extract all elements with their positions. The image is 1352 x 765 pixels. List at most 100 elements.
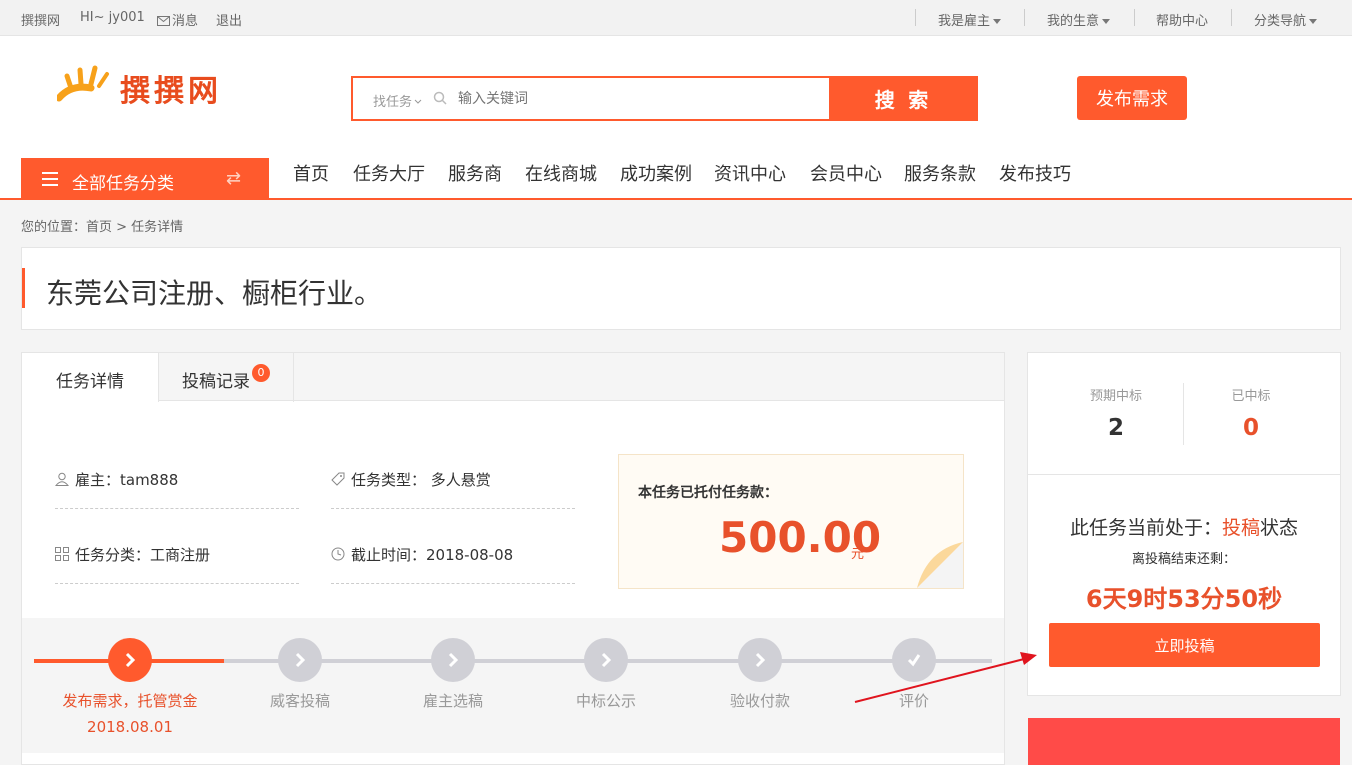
task-type-field: 任务类型： 多人悬赏: [331, 469, 491, 490]
remaining-label: 离投稿结束还剩：: [1131, 552, 1236, 567]
user-greeting[interactable]: HI~ jy001: [80, 10, 145, 25]
nav-item-providers[interactable]: 服务商: [448, 160, 502, 186]
sun-logo-icon[interactable]: [57, 64, 119, 106]
messages-link[interactable]: 消息: [157, 10, 198, 29]
grid-icon: [55, 547, 69, 561]
my-business-menu[interactable]: 我的生意: [1047, 10, 1111, 29]
step-2-circle: [278, 638, 322, 682]
nav-item-tips[interactable]: 发布技巧: [999, 160, 1071, 186]
nav-underline: [0, 198, 1352, 200]
task-category-field: 任务分类：工商注册: [55, 544, 210, 565]
won-label: 已中标: [1231, 389, 1271, 404]
step-3-label: 雇主选稿: [422, 692, 483, 710]
logout-link[interactable]: 退出: [216, 10, 242, 29]
title-accent-bar: [22, 268, 25, 308]
tag-icon: [331, 472, 345, 486]
divider: [1028, 474, 1340, 475]
deadline-value: 截止时间：2018-08-08: [351, 546, 514, 564]
publish-demand-button[interactable]: 发布需求: [1077, 76, 1187, 120]
chevron-right-icon: [448, 652, 459, 668]
site-link[interactable]: 撰撰网: [21, 10, 60, 29]
user-icon: [55, 472, 69, 486]
help-center-link[interactable]: 帮助中心: [1156, 10, 1208, 29]
deadline-field: 截止时间：2018-08-08: [331, 544, 513, 565]
search-button[interactable]: 搜 索: [829, 76, 978, 121]
menu-icon: [42, 172, 58, 186]
divider: [1183, 383, 1184, 445]
nav-item-cases[interactable]: 成功案例: [620, 160, 692, 186]
breadcrumb: 您的位置：首页 > 任务详情: [21, 220, 184, 235]
search-type-select[interactable]: 找任务: [373, 91, 422, 110]
step-3-circle: [431, 638, 475, 682]
nav-item-task-hall[interactable]: 任务大厅: [353, 160, 425, 186]
chevron-right-icon: [125, 652, 136, 668]
task-title-box: 东莞公司注册、橱柜行业。: [21, 247, 1341, 330]
chevron-right-icon: [295, 652, 306, 668]
mail-icon: [157, 16, 170, 26]
nav-item-terms[interactable]: 服务条款: [904, 160, 976, 186]
countdown-timer: 6天9时53分50秒: [1085, 585, 1283, 613]
divider: [331, 508, 575, 509]
submit-now-button[interactable]: 立即投稿: [1049, 623, 1320, 667]
promo-banner[interactable]: [1028, 718, 1340, 765]
nav-item-mall[interactable]: 在线商城: [525, 160, 597, 186]
search-icon: [433, 91, 447, 105]
task-category-value: 任务分类：工商注册: [75, 546, 211, 564]
step-1-circle: [108, 638, 152, 682]
step-2-label: 威客投稿: [269, 692, 330, 710]
step-5-label: 验收付款: [729, 692, 790, 710]
messages-label: 消息: [172, 14, 199, 29]
category-nav-label: 分类导航: [1254, 14, 1307, 29]
tab-bar: 任务详情 投稿记录 0: [22, 353, 1004, 402]
records-count-badge: 0: [252, 364, 270, 382]
step-1-label: 发布需求，托管赏金: [62, 692, 198, 710]
tab-submission-records-label: 投稿记录: [182, 372, 250, 392]
caret-down-icon: [1102, 19, 1111, 24]
expected-winners-value: 2: [1107, 415, 1124, 441]
divider: [1231, 9, 1232, 26]
state-prefix: 此任务当前处于：: [1069, 517, 1222, 539]
swap-icon: ⇄: [226, 168, 242, 189]
side-panel: 预期中标 2 已中标 0 此任务当前处于：投稿状态 离投稿结束还剩： 6天9时5…: [1027, 352, 1341, 696]
employer-menu[interactable]: 我是雇主: [938, 10, 1002, 29]
divider: [331, 583, 575, 584]
logo-text[interactable]: 撰撰网: [120, 66, 222, 110]
step-1-date: 2018.08.01: [87, 718, 173, 736]
tab-task-detail[interactable]: 任务详情: [22, 353, 159, 402]
won-value: 0: [1242, 415, 1259, 441]
caret-down-icon: [993, 19, 1002, 24]
category-nav-menu[interactable]: 分类导航: [1254, 10, 1318, 29]
state-suffix: 状态: [1260, 517, 1299, 539]
nav-item-home[interactable]: 首页: [293, 160, 329, 186]
payment-box: 本任务已托付任务款： 500.00 元: [618, 454, 964, 589]
expected-winners-label: 预期中标: [1089, 389, 1142, 404]
clock-icon: [331, 547, 345, 561]
divider: [55, 508, 299, 509]
search-box: 找任务: [351, 76, 831, 121]
divider: [1134, 9, 1135, 26]
divider: [915, 9, 916, 26]
all-categories-button[interactable]: 全部任务分类 ⇄: [21, 158, 269, 200]
step-5-circle: [738, 638, 782, 682]
chevron-right-icon: [755, 652, 766, 668]
payment-label: 本任务已托付任务款：: [638, 485, 778, 501]
search-input[interactable]: [458, 88, 818, 110]
nav-item-members[interactable]: 会员中心: [810, 160, 882, 186]
nav-item-news[interactable]: 资讯中心: [714, 160, 786, 186]
employer-menu-label: 我是雇主: [938, 14, 991, 29]
payment-unit: 元: [851, 547, 865, 562]
task-state-text: 此任务当前处于：投稿状态: [1028, 513, 1340, 540]
chevron-down-icon: [414, 99, 422, 104]
task-title: 东莞公司注册、橱柜行业。: [46, 277, 383, 310]
task-type-value: 任务类型： 多人悬赏: [351, 471, 491, 489]
step-4-label: 中标公示: [575, 692, 636, 710]
search-type-label: 找任务: [373, 95, 413, 110]
top-bar: 撰撰网 HI~ jy001 消息 退出 我是雇主 我的生意 帮助中心 分类导航: [0, 0, 1352, 36]
employer-value: 雇主：tam888: [75, 471, 179, 489]
all-categories-label: 全部任务分类: [72, 174, 174, 194]
tab-submission-records[interactable]: 投稿记录 0: [159, 353, 294, 402]
employer-field: 雇主：tam888: [55, 469, 178, 490]
divider: [1024, 9, 1025, 26]
tab-task-detail-label: 任务详情: [56, 372, 124, 392]
state-value: 投稿: [1221, 517, 1260, 539]
